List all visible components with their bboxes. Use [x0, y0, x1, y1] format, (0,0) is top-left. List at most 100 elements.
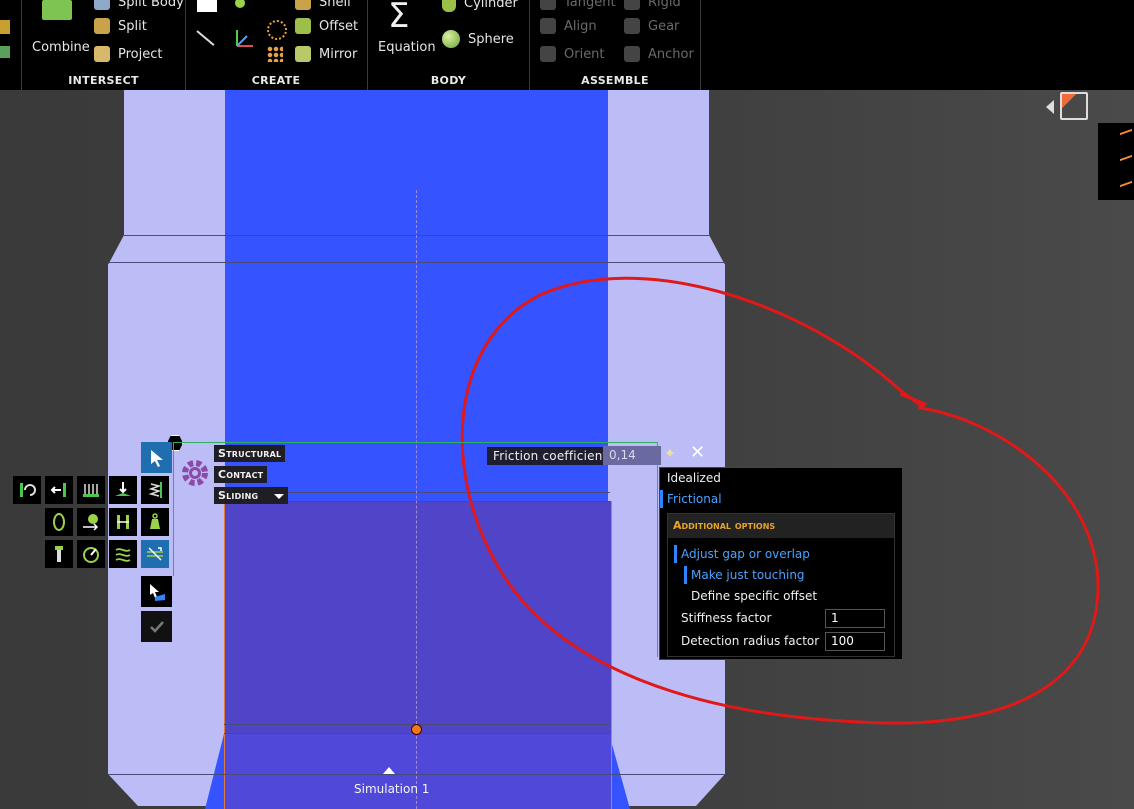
plane-icon[interactable] [197, 0, 217, 12]
tangent-icon [540, 0, 556, 10]
gear-svg [182, 460, 208, 486]
option-adjust-gap[interactable]: Adjust gap or overlap [681, 547, 810, 561]
palette-frame-left [173, 442, 174, 576]
axis-icon[interactable] [233, 28, 255, 50]
rail-svg [117, 515, 129, 529]
view-orientation-widget[interactable] [1046, 92, 1088, 122]
split-button[interactable]: Split [94, 18, 147, 34]
option-frictional[interactable]: Frictional [667, 492, 722, 506]
align-button[interactable]: Align [540, 18, 597, 34]
weight-tool-icon[interactable] [141, 508, 169, 536]
split-body-button[interactable]: Split Body [94, 0, 184, 10]
coil-tool-icon[interactable] [109, 540, 137, 568]
coil-svg [115, 548, 131, 562]
cylinder-icon [442, 0, 456, 12]
pattern-grid-icon[interactable] [267, 46, 283, 62]
option-make-touching[interactable]: Make just touching [691, 568, 805, 582]
contact-mode-value: Sliding [218, 489, 259, 502]
project-label: Project [118, 46, 163, 62]
confirm-button[interactable] [141, 611, 172, 642]
sphere-button[interactable]: Sphere [442, 30, 514, 48]
bearing-tool-icon[interactable] [45, 508, 73, 536]
mirror-label: Mirror [319, 46, 358, 62]
additional-options-header[interactable]: Additional options [668, 514, 894, 538]
ribbon-group-create: Shell Offset Mirror Create [185, 0, 368, 90]
simulation-expand-icon[interactable] [383, 767, 395, 774]
distributed-load-icon[interactable] [77, 476, 105, 504]
contact-options-panel: Idealized Frictional Additional options … [659, 467, 903, 660]
shell-button[interactable]: Shell [295, 0, 351, 10]
partial-tool-icon[interactable] [0, 20, 10, 34]
wave-icon[interactable] [1120, 154, 1132, 172]
equation-button[interactable]: Equation [378, 40, 436, 55]
cylinder-label: Cylinder [464, 0, 518, 11]
rigid-button[interactable]: Rigid [624, 0, 681, 10]
orient-label: Orient [564, 46, 605, 62]
checkmark-icon [149, 620, 164, 633]
stiffness-factor-input[interactable]: 1 [825, 609, 885, 628]
split-body-icon [94, 0, 110, 10]
spring-tool-icon[interactable] [141, 476, 169, 504]
slide-svg [50, 483, 66, 497]
rigid-icon [624, 0, 640, 10]
simulation-tab-label[interactable]: Simulation 1 [354, 782, 429, 796]
project-button[interactable]: Project [94, 46, 162, 62]
friction-coefficient-input[interactable]: 0,14 [603, 446, 661, 465]
contact-mode-dropdown[interactable]: Sliding [214, 487, 288, 504]
settings-gear-icon[interactable] [178, 456, 212, 490]
mirror-button[interactable]: Mirror [295, 46, 357, 62]
line-icon[interactable] [196, 30, 215, 46]
option-define-offset[interactable]: Define specific offset [691, 589, 817, 603]
detection-radius-input[interactable]: 100 [825, 632, 885, 651]
pointload-svg [115, 482, 131, 496]
close-icon[interactable]: ✕ [690, 442, 706, 463]
orient-icon [540, 46, 556, 62]
project-icon [94, 46, 110, 62]
select-tool-button[interactable] [141, 442, 172, 473]
detection-radius-label: Detection radius factor [681, 634, 820, 648]
selection-bar [674, 545, 677, 563]
3d-viewport[interactable]: Structural Contact Sliding Friction coef… [0, 90, 1134, 809]
cursor-icon [150, 449, 163, 467]
gauge-svg [83, 547, 99, 563]
gear-button[interactable]: Gear [624, 18, 679, 34]
collapse-arrow-icon [1046, 100, 1054, 114]
fastener-tool-icon[interactable] [45, 540, 73, 568]
hinge-svg [20, 483, 36, 497]
ribbon-group-assemble: Tangent Rigid Align Gear Orient Anchor A… [530, 0, 701, 90]
tangent-button[interactable]: Tangent [540, 0, 616, 10]
contact-tool-icon[interactable] [141, 540, 169, 568]
sparkle-icon[interactable]: ✦ [664, 446, 680, 462]
wave-icon[interactable] [1120, 128, 1132, 146]
hinge-tool-icon[interactable] [13, 476, 41, 504]
contact-type-line1[interactable]: Structural [214, 445, 286, 462]
friction-coefficient-label: Friction coefficient [487, 447, 614, 465]
partial-tool-icon-2[interactable] [0, 46, 10, 58]
align-label: Align [564, 18, 597, 34]
select-face-button[interactable] [141, 576, 172, 607]
ribbon-group-title-intersect: Intersect [68, 74, 139, 87]
wave-icon[interactable] [1120, 180, 1132, 198]
bolt-motion-icon[interactable] [77, 508, 105, 536]
option-idealized[interactable]: Idealized [667, 471, 721, 485]
offset-button[interactable]: Offset [295, 18, 358, 34]
palette-frame [173, 442, 658, 443]
orient-button[interactable]: Orient [540, 46, 605, 62]
anchor-button[interactable]: Anchor [624, 46, 694, 62]
cylinder-button[interactable]: Cylinder [442, 0, 518, 12]
combine-button[interactable]: Combine [32, 40, 90, 55]
align-icon [540, 18, 556, 34]
sigma-icon: Σ [388, 0, 410, 36]
slide-tool-icon[interactable] [45, 476, 73, 504]
contact-type-line2[interactable]: Contact [214, 466, 268, 483]
point-load-icon[interactable] [109, 476, 137, 504]
combine-icon [42, 0, 72, 20]
ribbon-group-title-assemble: Assemble [581, 74, 649, 87]
pattern-circular-icon[interactable] [267, 20, 287, 40]
gear-label: Gear [648, 18, 680, 34]
point-icon[interactable] [235, 0, 245, 8]
gauge-tool-icon[interactable] [77, 540, 105, 568]
additional-options-box: Additional options Adjust gap or overlap… [667, 513, 895, 657]
shell-icon [295, 0, 311, 10]
rail-tool-icon[interactable] [109, 508, 137, 536]
